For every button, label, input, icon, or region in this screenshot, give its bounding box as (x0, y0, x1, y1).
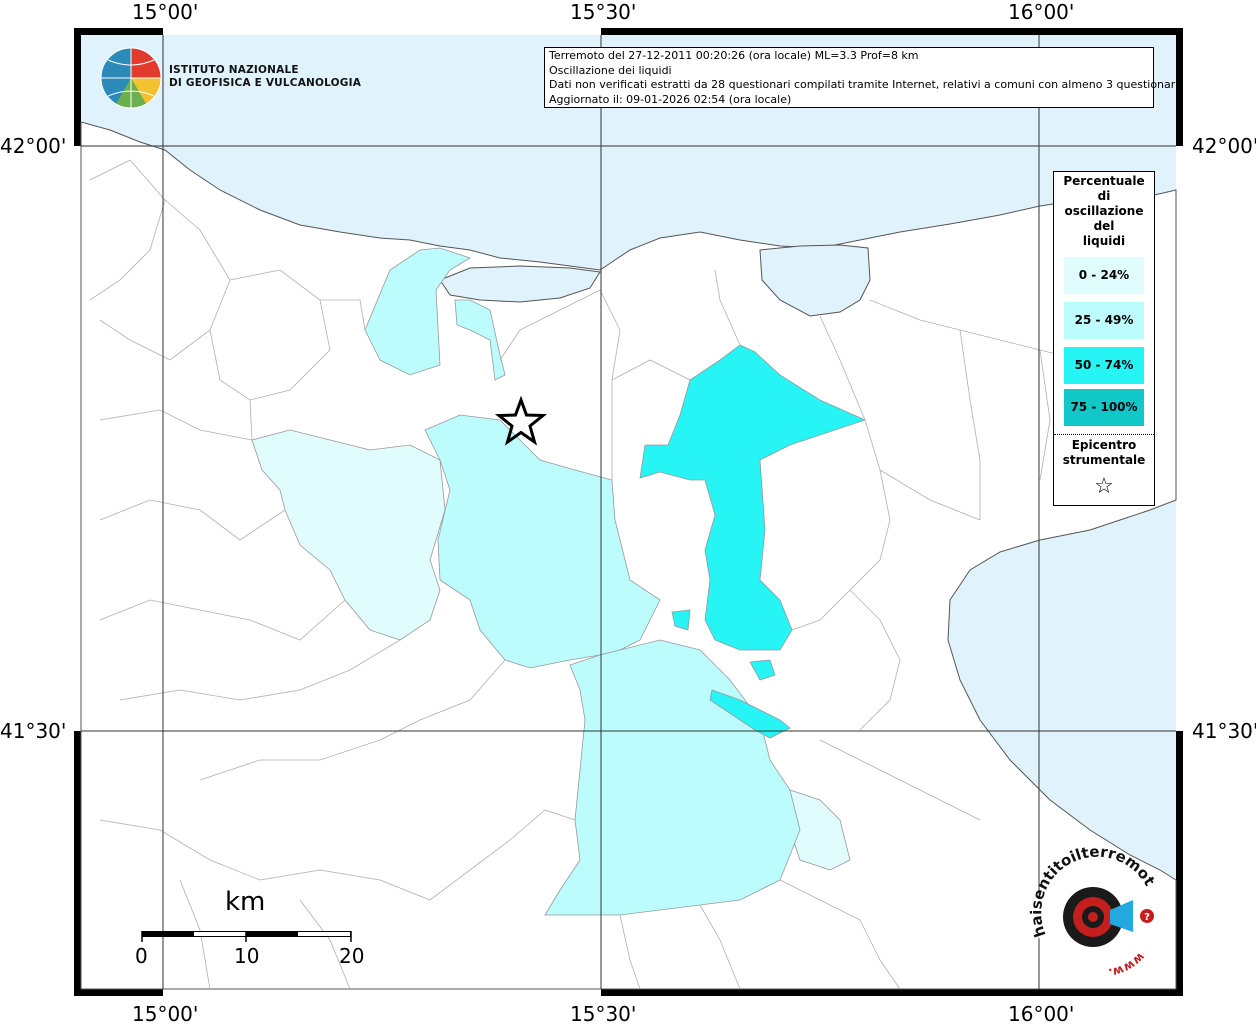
legend-star-icon: ☆ (1094, 474, 1114, 499)
legend-epicenter-line2: strumentale (1062, 453, 1146, 467)
lat-label-left-4130: 41°30' (0, 719, 67, 743)
legend-title-line: oscillazione (1064, 204, 1144, 218)
legend: Percentuale di oscillazione del liquidi … (1053, 171, 1155, 506)
lon-label-bottom-1500: 15°00' (132, 1002, 199, 1026)
legend-swatch-0-24: 0 - 24% (1064, 257, 1144, 294)
lon-label-top-1530: 15°30' (570, 0, 637, 24)
lon-label-bottom-1530: 15°30' (570, 1002, 637, 1026)
scale-tick-10: 10 (234, 944, 260, 968)
lat-label-right-4200: 42°00' (1192, 134, 1256, 158)
svg-text:?: ? (1144, 912, 1150, 923)
lon-label-top-1500: 15°00' (132, 0, 199, 24)
event-info-box: Terremoto del 27-12-2011 00:20:26 (ora l… (544, 47, 1182, 108)
scale-tick-0: 0 (135, 944, 148, 968)
legend-title-line: liquidi (1082, 234, 1126, 248)
lon-label-top-1600: 16°00' (1008, 0, 1075, 24)
scale-unit: km (225, 887, 266, 917)
legend-separator (1054, 434, 1154, 435)
map-canvas[interactable]: ? haisentitoilterremoto.it www. (0, 0, 1256, 1024)
institute-name-line1: ISTITUTO NAZIONALE (169, 64, 299, 76)
institute-name-line2: DI GEOFISICA E VULCANOLOGIA (169, 77, 362, 89)
lat-label-right-4130: 41°30' (1192, 719, 1256, 743)
legend-title-line: di (1097, 189, 1111, 203)
legend-epicenter-line1: Epicentro (1071, 438, 1137, 452)
legend-title-line: del (1093, 219, 1115, 233)
legend-swatch-50-74: 50 - 74% (1064, 347, 1144, 384)
legend-epicenter-label: Epicentro strumentale (1054, 438, 1154, 468)
legend-title: Percentuale di oscillazione del liquidi (1054, 174, 1154, 249)
legend-swatch-25-49: 25 - 49% (1064, 302, 1144, 339)
ingv-logo-icon (100, 47, 162, 109)
legend-title-line: Percentuale (1063, 174, 1145, 188)
event-info-line2: Oscillazione dei liquidi (549, 63, 672, 77)
lat-label-left-4200: 42°00' (0, 134, 67, 158)
event-info-line1: Terremoto del 27-12-2011 00:20:26 (ora l… (549, 49, 919, 62)
scale-tick-20: 20 (339, 944, 365, 968)
event-info-line3: Dati non verificati estratti da 28 quest… (549, 78, 1182, 91)
legend-swatch-75-100: 75 - 100% (1064, 389, 1144, 426)
institute-name: ISTITUTO NAZIONALE DI GEOFISICA E VULCAN… (169, 64, 361, 90)
event-info-line4: Aggiornato il: 09-01-2026 02:54 (ora loc… (549, 92, 792, 106)
lon-label-bottom-1600: 16°00' (1008, 1002, 1075, 1026)
